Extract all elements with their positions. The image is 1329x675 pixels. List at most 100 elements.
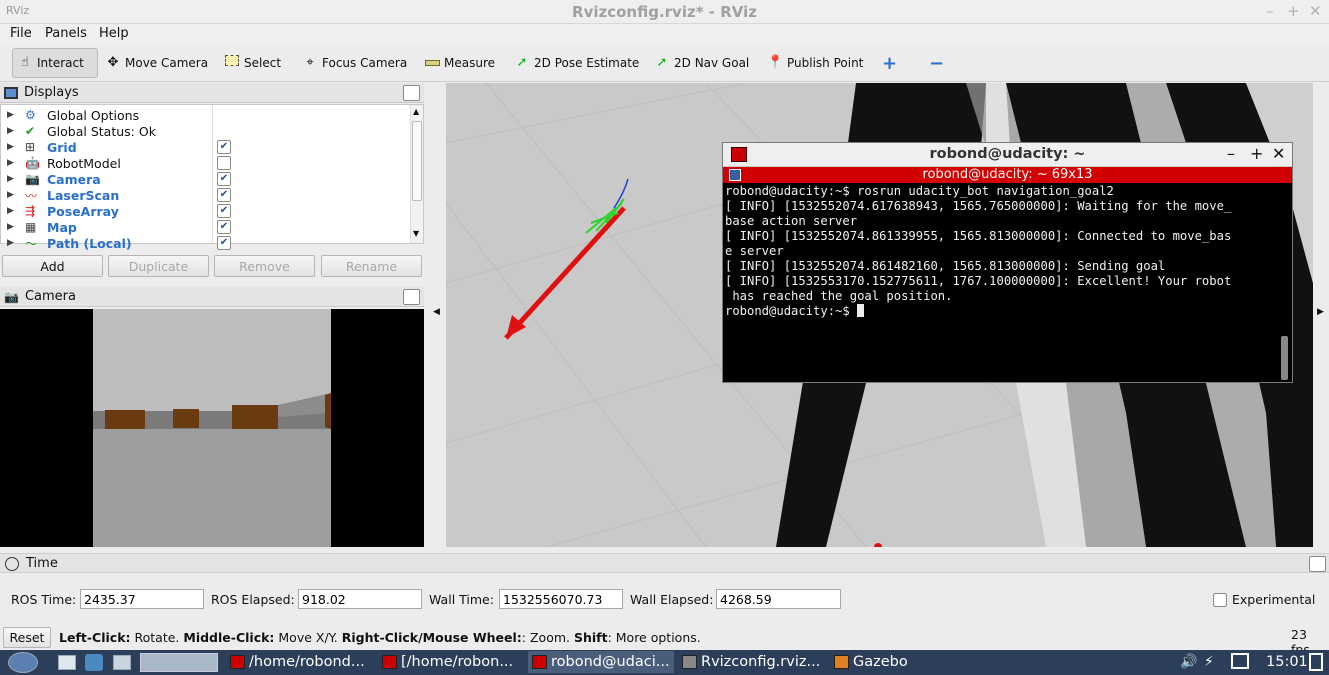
right-dock-collapse[interactable]: ▶: [1313, 83, 1329, 547]
ros-elapsed-field[interactable]: [298, 589, 422, 609]
terminal-maximize-icon[interactable]: +: [1250, 144, 1263, 163]
display-item[interactable]: ▶ ⇶ PoseArray ✔: [1, 203, 411, 219]
displays-scrollbar[interactable]: ▲ ▼: [410, 105, 423, 243]
display-enabled-checkbox[interactable]: ✔: [217, 236, 231, 250]
tool-focus-camera[interactable]: ⌖ Focus Camera: [298, 48, 411, 78]
display-item[interactable]: ▶ 🤖 RobotModel: [1, 155, 411, 171]
tool-select-label: Select: [244, 56, 282, 70]
camera-undock-checkbox[interactable]: [403, 288, 420, 305]
tool-publish-point-label: Publish Point: [787, 56, 864, 70]
terminal-minimize-icon[interactable]: –: [1227, 144, 1235, 163]
taskbar-item[interactable]: /home/robond...: [230, 651, 365, 673]
expand-arrow-icon[interactable]: ▶: [7, 190, 14, 200]
crosshair-icon: ⌖: [306, 55, 314, 70]
expand-arrow-icon[interactable]: ▶: [7, 174, 14, 184]
hint-shift-desc: : More options.: [607, 630, 701, 645]
tool-select[interactable]: Select: [220, 48, 285, 78]
wall-elapsed-field[interactable]: [716, 589, 841, 609]
display-enabled-checkbox[interactable]: ✔: [217, 204, 231, 218]
reset-button[interactable]: Reset: [3, 627, 51, 648]
display-item[interactable]: ▶ 〰 LaserScan ✔: [1, 187, 411, 203]
display-enabled-checkbox[interactable]: ✔: [217, 172, 231, 186]
tool-move-camera-label: Move Camera: [125, 56, 209, 70]
map-pin-icon: 📍: [767, 55, 784, 70]
display-item[interactable]: ▶ ⚙ Global Options: [1, 107, 411, 123]
display-item[interactable]: ▶ ▦ Map ✔: [1, 219, 411, 235]
expand-arrow-icon[interactable]: ▶: [7, 126, 14, 136]
left-dock-collapse[interactable]: ◀: [425, 83, 446, 547]
displays-undock-checkbox[interactable]: [403, 84, 420, 101]
display-enabled-checkbox[interactable]: ✔: [217, 220, 231, 234]
displays-header: Displays: [0, 83, 424, 103]
remove-display-button[interactable]: Remove: [214, 255, 315, 277]
wall-time-field[interactable]: [499, 589, 623, 609]
expand-arrow-icon[interactable]: ▶: [7, 206, 14, 216]
tool-publish-point[interactable]: 📍 Publish Point: [763, 48, 867, 78]
volume-icon[interactable]: 🔊: [1180, 654, 1197, 670]
menu-file[interactable]: File: [10, 26, 32, 41]
minimize-icon[interactable]: –: [1266, 2, 1274, 20]
terminal-scrollbar[interactable]: [1279, 184, 1291, 382]
green-arrow-icon: ➚: [656, 55, 668, 70]
add-display-button[interactable]: Add: [2, 255, 103, 277]
ros-time-field[interactable]: [80, 589, 204, 609]
display-item-label: LaserScan: [47, 187, 120, 203]
close-icon[interactable]: ✕: [1309, 2, 1322, 20]
camera-panel: 📷 Camera: [0, 287, 424, 547]
workspace-switcher[interactable]: [140, 653, 218, 672]
display-enabled-checkbox[interactable]: ✔: [217, 140, 231, 154]
display-item[interactable]: ▶ ✔ Global Status: Ok: [1, 123, 411, 139]
tool-2d-nav-goal[interactable]: ➚ 2D Nav Goal: [650, 48, 753, 78]
maximize-icon[interactable]: +: [1287, 2, 1300, 20]
terminal-close-icon[interactable]: ✕: [1272, 144, 1285, 163]
terminal-line: e server: [725, 244, 784, 258]
show-desktop-icon[interactable]: [58, 655, 76, 670]
display-item[interactable]: ▶ ⊞ Grid ✔: [1, 139, 411, 155]
menu-help[interactable]: Help: [99, 26, 129, 41]
tool-move-camera[interactable]: ✥ Move Camera: [101, 48, 212, 78]
ros-elapsed-label: ROS Elapsed:: [211, 592, 295, 607]
file-manager-icon[interactable]: [113, 655, 131, 670]
start-menu-icon[interactable]: [8, 652, 38, 673]
expand-arrow-icon[interactable]: ▶: [7, 238, 14, 248]
tool-pose-estimate-label: 2D Pose Estimate: [534, 56, 640, 70]
taskbar-item[interactable]: robond@udaci...: [528, 651, 674, 673]
display-enabled-checkbox[interactable]: [217, 156, 231, 170]
check-icon: ✔: [25, 124, 36, 138]
hint-middle-click: Middle-Click:: [183, 630, 275, 645]
display-item[interactable]: ▶ 📷 Camera ✔: [1, 171, 411, 187]
expand-arrow-icon[interactable]: ▶: [7, 158, 14, 168]
remove-tool-button[interactable]: −: [925, 48, 948, 78]
rename-display-button[interactable]: Rename: [321, 255, 422, 277]
notification-icon[interactable]: [1309, 653, 1323, 671]
expand-arrow-icon[interactable]: ▶: [7, 142, 14, 152]
power-icon[interactable]: ⚡: [1204, 654, 1214, 670]
network-icon[interactable]: [1231, 653, 1249, 669]
browser-icon[interactable]: [85, 654, 103, 671]
tool-2d-pose-estimate[interactable]: ➚ 2D Pose Estimate: [510, 48, 643, 78]
add-tool-button[interactable]: +: [878, 48, 901, 78]
terminal-line: robond@udacity:~$ rosrun udacity_bot nav…: [725, 184, 1114, 198]
terminal-window[interactable]: robond@udacity: ~ – + ✕ robond@udacity: …: [722, 142, 1293, 383]
tool-interact-label: Interact: [37, 56, 84, 70]
expand-arrow-icon[interactable]: ▶: [7, 110, 14, 120]
display-enabled-checkbox[interactable]: ✔: [217, 188, 231, 202]
menu-panels[interactable]: Panels: [45, 26, 87, 41]
taskbar-item[interactable]: [/home/robon...: [382, 651, 513, 673]
tool-measure[interactable]: Measure: [420, 48, 499, 78]
display-item-label: Global Options: [47, 107, 140, 123]
terminal-line: [ INFO] [1532553170.152775611, 1767.1000…: [725, 274, 1232, 288]
experimental-checkbox[interactable]: [1213, 593, 1227, 607]
expand-arrow-icon[interactable]: ▶: [7, 222, 14, 232]
duplicate-display-button[interactable]: Duplicate: [108, 255, 209, 277]
display-item[interactable]: ▶ 〜 Path (Local) ✔: [1, 235, 411, 251]
tool-interact[interactable]: ☝ Interact: [12, 48, 98, 78]
time-undock-checkbox[interactable]: [1309, 556, 1326, 572]
clock[interactable]: 15:01: [1266, 654, 1308, 670]
terminal-line: base action server: [725, 214, 858, 228]
displays-title: Displays: [24, 85, 79, 100]
taskbar-item[interactable]: Gazebo: [834, 651, 908, 673]
gear-icon: ⚙: [25, 108, 36, 122]
camera-icon: 📷: [4, 289, 19, 304]
taskbar-item[interactable]: Rvizconfig.rviz...: [682, 651, 820, 673]
